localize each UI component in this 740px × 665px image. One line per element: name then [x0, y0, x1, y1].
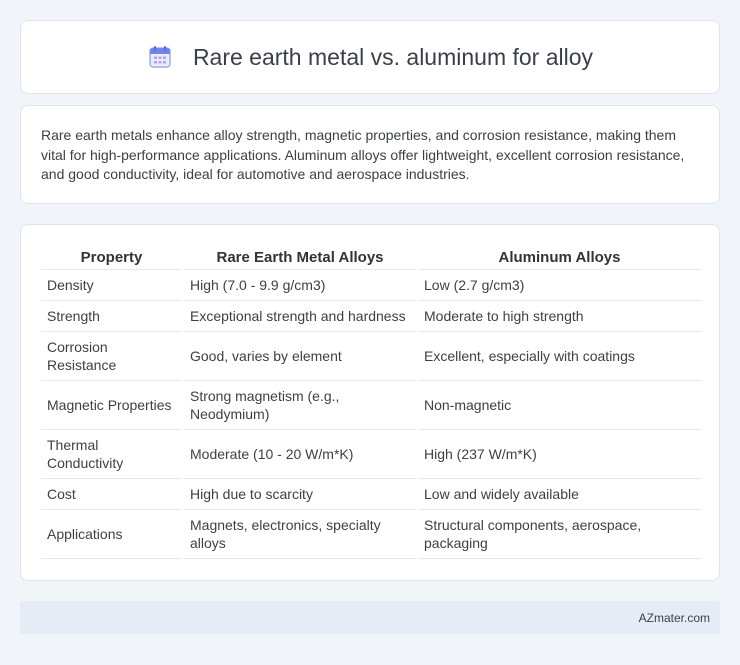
table-row: Strength Exceptional strength and hardne… — [41, 300, 701, 332]
header-rare-earth: Rare Earth Metal Alloys — [182, 245, 417, 270]
cell-property: Corrosion Resistance — [41, 331, 183, 381]
table-row: Corrosion Resistance Good, varies by ele… — [41, 331, 701, 381]
title-card: Rare earth metal vs. aluminum for alloy — [20, 20, 720, 94]
comparison-table: Property Rare Earth Metal Alloys Aluminu… — [41, 245, 701, 559]
calendar-icon — [147, 44, 173, 70]
cell-property: Magnetic Properties — [41, 380, 183, 430]
cell-aluminum: Excellent, especially with coatings — [416, 331, 701, 381]
cell-rare-earth: Magnets, electronics, specialty alloys — [182, 509, 417, 559]
cell-aluminum: Moderate to high strength — [416, 300, 701, 332]
comparison-table-card: Property Rare Earth Metal Alloys Aluminu… — [20, 224, 720, 581]
table-header-row: Property Rare Earth Metal Alloys Aluminu… — [41, 245, 701, 270]
cell-rare-earth: High due to scarcity — [182, 478, 417, 510]
cell-property: Density — [41, 269, 183, 301]
cell-aluminum: High (237 W/m*K) — [416, 429, 701, 479]
cell-aluminum: Low and widely available — [416, 478, 701, 510]
footer-brand[interactable]: AZmater.com — [639, 611, 710, 625]
cell-aluminum: Structural components, aerospace, packag… — [416, 509, 701, 559]
title-row: Rare earth metal vs. aluminum for alloy — [147, 44, 593, 71]
table-row: Applications Magnets, electronics, speci… — [41, 509, 701, 559]
summary-card: Rare earth metals enhance alloy strength… — [20, 105, 720, 204]
cell-property: Applications — [41, 509, 183, 559]
table-row: Cost High due to scarcity Low and widely… — [41, 478, 701, 510]
cell-rare-earth: Good, varies by element — [182, 331, 417, 381]
cell-aluminum: Low (2.7 g/cm3) — [416, 269, 701, 301]
footer-bar: AZmater.com — [20, 601, 720, 634]
table-row: Thermal Conductivity Moderate (10 - 20 W… — [41, 429, 701, 479]
header-property: Property — [41, 245, 183, 270]
header-aluminum: Aluminum Alloys — [416, 245, 701, 270]
cell-aluminum: Non-magnetic — [416, 380, 701, 430]
table-row: Magnetic Properties Strong magnetism (e.… — [41, 380, 701, 430]
cell-rare-earth: Strong magnetism (e.g., Neodymium) — [182, 380, 417, 430]
cell-property: Thermal Conductivity — [41, 429, 183, 479]
page-title: Rare earth metal vs. aluminum for alloy — [192, 43, 594, 70]
table-row: Density High (7.0 - 9.9 g/cm3) Low (2.7 … — [41, 269, 701, 301]
summary-text: Rare earth metals enhance alloy strength… — [41, 127, 685, 182]
cell-rare-earth: Moderate (10 - 20 W/m*K) — [182, 429, 417, 479]
cell-rare-earth: Exceptional strength and hardness — [182, 300, 417, 332]
cell-property: Cost — [41, 478, 183, 510]
cell-rare-earth: High (7.0 - 9.9 g/cm3) — [182, 269, 417, 301]
cell-property: Strength — [41, 300, 183, 332]
